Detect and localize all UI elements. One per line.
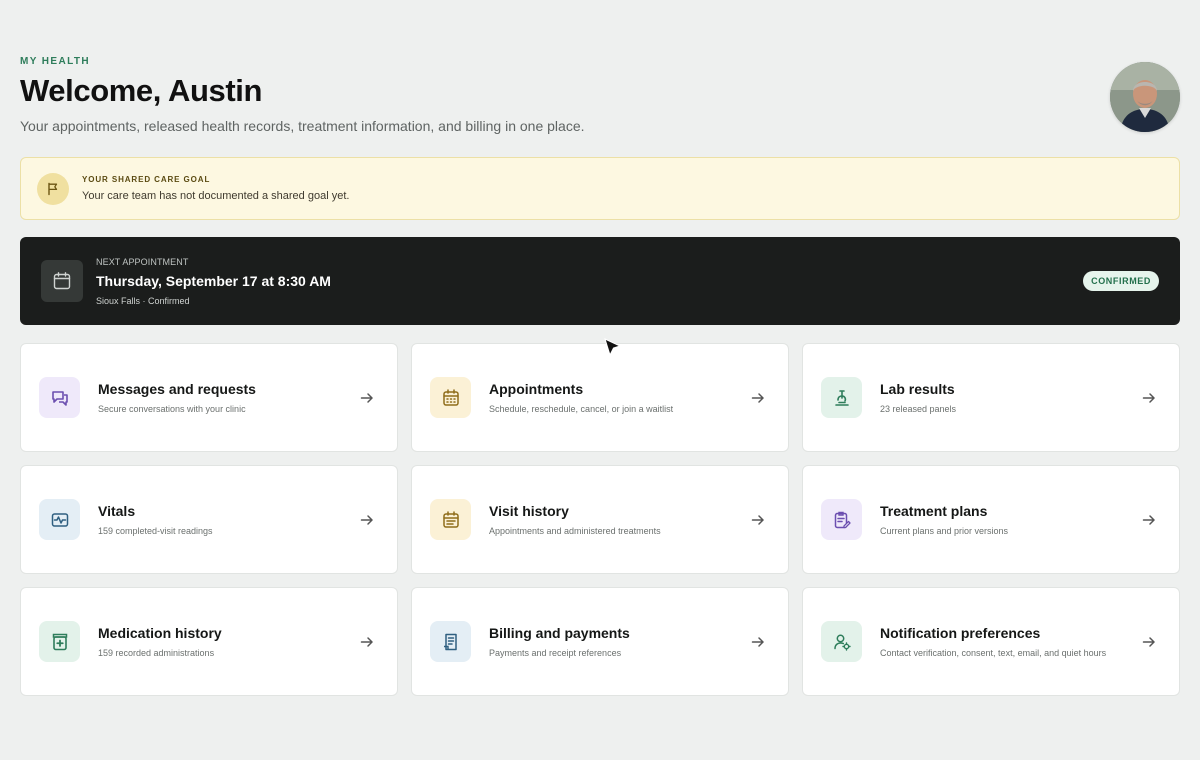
avatar[interactable] — [1110, 62, 1180, 132]
arrow-right-icon[interactable] — [1141, 390, 1157, 406]
page-header: MY HEALTH Welcome, Austin Your appointme… — [20, 56, 1180, 134]
arrow-right-icon[interactable] — [750, 634, 766, 650]
feature-card[interactable]: Treatment plans Current plans and prior v… — [802, 465, 1180, 574]
card-title: Treatment plans — [880, 503, 988, 519]
medicine-bottle-icon — [39, 621, 80, 662]
card-title: Notification preferences — [880, 625, 1041, 641]
calendar-list-icon — [430, 499, 471, 540]
receipt-icon — [430, 621, 471, 662]
card-description: Current plans and prior versions — [880, 526, 1009, 536]
feature-card[interactable]: Vitals 159 completed-visit readings — [20, 465, 398, 574]
feature-card[interactable]: Lab results 23 released panels — [802, 343, 1180, 452]
card-title: Visit history — [489, 503, 569, 519]
arrow-right-icon[interactable] — [359, 634, 375, 650]
card-description: Schedule, reschedule, cancel, or join a … — [489, 404, 674, 414]
goal-title: YOUR SHARED CARE GOAL — [82, 175, 211, 184]
next-appointment-card[interactable]: NEXT APPOINTMENT Thursday, September 17 … — [20, 237, 1180, 325]
card-title: Messages and requests — [98, 381, 256, 397]
goal-text: Your care team has not documented a shar… — [82, 190, 350, 202]
shared-care-goal-banner: YOUR SHARED CARE GOAL Your care team has… — [20, 157, 1180, 220]
appointment-datetime: Thursday, September 17 at 8:30 AM — [96, 272, 331, 289]
section-eyebrow: MY HEALTH — [20, 56, 91, 67]
chat-icon — [39, 377, 80, 418]
arrow-right-icon[interactable] — [750, 390, 766, 406]
appointment-location-status: Sioux Falls · Confirmed — [96, 295, 190, 306]
status-badge: CONFIRMED — [1083, 271, 1159, 291]
calendar-grid-icon — [430, 377, 471, 418]
card-description: 23 released panels — [880, 404, 957, 414]
feature-card[interactable]: Medication history 159 recorded administr… — [20, 587, 398, 696]
card-description: 159 completed-visit readings — [98, 526, 213, 536]
user-settings-icon — [821, 621, 862, 662]
page-subtitle: Your appointments, released health recor… — [20, 118, 585, 134]
arrow-right-icon[interactable] — [1141, 634, 1157, 650]
feature-card[interactable]: Billing and payments Payments and receipt… — [411, 587, 789, 696]
arrow-right-icon[interactable] — [1141, 512, 1157, 528]
user-avatar-photo — [1110, 62, 1180, 132]
feature-card[interactable]: Messages and requests Secure conversation… — [20, 343, 398, 452]
mouse-cursor-icon — [604, 338, 622, 357]
calendar-icon — [41, 260, 83, 302]
feature-card-grid: Messages and requests Secure conversation… — [20, 343, 1180, 696]
flag-icon — [37, 172, 69, 205]
card-title: Vitals — [98, 503, 136, 519]
feature-card[interactable]: Notification preferences Contact verifica… — [802, 587, 1180, 696]
arrow-right-icon[interactable] — [359, 512, 375, 528]
pulse-icon — [39, 499, 80, 540]
card-title: Lab results — [880, 381, 955, 397]
card-title: Medication history — [98, 625, 222, 641]
clipboard-edit-icon — [821, 499, 862, 540]
feature-card[interactable]: Visit history Appointments and administer… — [411, 465, 789, 574]
card-description: Secure conversations with your clinic — [98, 404, 246, 414]
card-title: Appointments — [489, 381, 584, 397]
card-description: 159 recorded administrations — [98, 648, 215, 658]
card-description: Payments and receipt references — [489, 648, 622, 658]
appointment-label: NEXT APPOINTMENT — [96, 256, 189, 267]
feature-card[interactable]: Appointments Schedule, reschedule, cancel… — [411, 343, 789, 452]
card-description: Appointments and administered treatments — [489, 526, 661, 536]
arrow-right-icon[interactable] — [750, 512, 766, 528]
arrow-right-icon[interactable] — [359, 390, 375, 406]
card-title: Billing and payments — [489, 625, 630, 641]
microscope-icon — [821, 377, 862, 418]
page-title: Welcome, Austin — [20, 73, 263, 108]
card-description: Contact verification, consent, text, ema… — [880, 648, 1107, 658]
